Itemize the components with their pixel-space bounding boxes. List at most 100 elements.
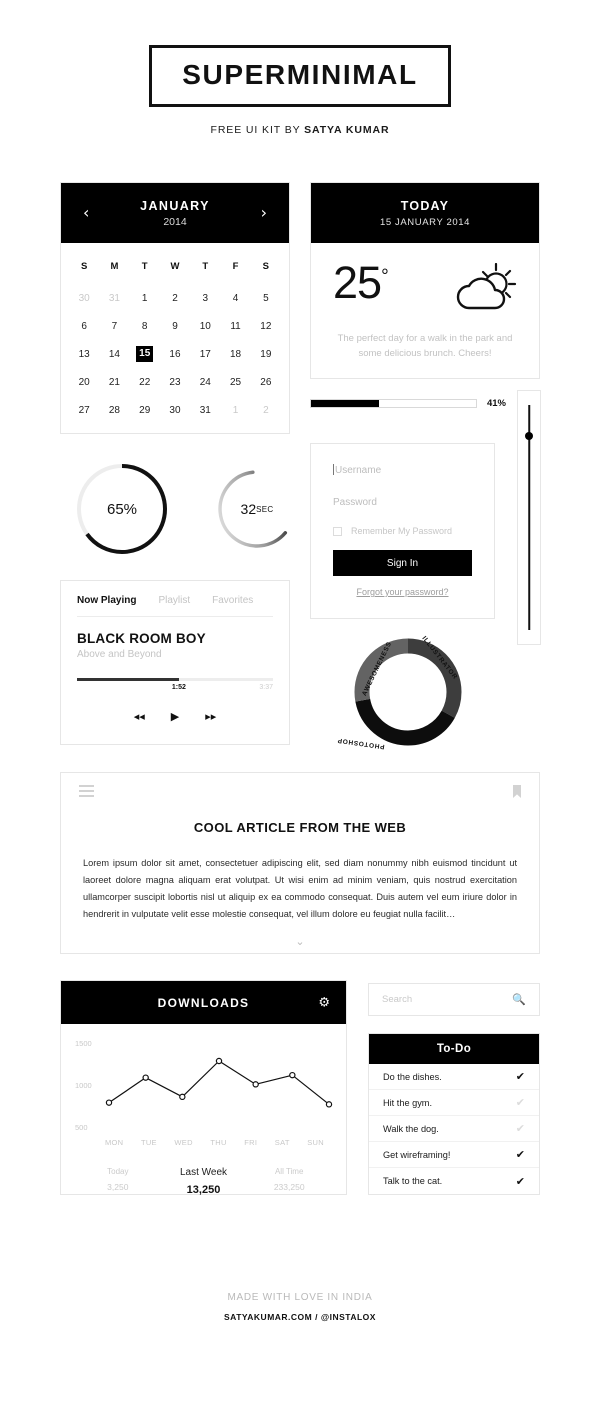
calendar-dow: F (232, 261, 239, 272)
stat-label: Last Week (179, 1167, 228, 1178)
masthead: SUPERMINIMAL FREE UI KIT BY SATYA KUMAR (0, 0, 600, 136)
player-controls: ◂◂ ▶ ▸▸ (61, 710, 289, 723)
calendar-day[interactable]: 18 (220, 343, 250, 366)
username-input[interactable]: Username (333, 444, 472, 484)
downloads-stats: Today 3,250 Last Week 13,250 All Time 233,250 (61, 1167, 346, 1196)
calendar-day[interactable]: 16 (160, 343, 190, 366)
calendar-day[interactable]: 6 (69, 315, 99, 338)
calendar-day[interactable]: 23 (160, 371, 190, 394)
next-icon[interactable]: ▸▸ (205, 710, 216, 723)
bookmark-icon[interactable] (513, 785, 521, 798)
chevron-down-icon[interactable]: ⌄ (61, 935, 539, 948)
check-icon[interactable]: ✔ (516, 1070, 525, 1083)
calendar-day[interactable]: 2 (251, 399, 281, 422)
calendar-day[interactable]: 5 (251, 287, 281, 310)
player-tab[interactable]: Favorites (212, 595, 253, 616)
forgot-password-link[interactable]: Forgot your password? (311, 587, 494, 597)
calendar-day[interactable]: 7 (99, 315, 129, 338)
hamburger-icon[interactable] (79, 785, 94, 800)
calendar-day[interactable]: 27 (69, 399, 99, 422)
chart-plot (105, 1057, 333, 1108)
calendar-day[interactable]: 22 (130, 371, 160, 394)
calendar-day[interactable]: 12 (251, 315, 281, 338)
calendar-day[interactable]: 1 (220, 399, 250, 422)
chart-data-point (252, 1081, 259, 1088)
check-icon[interactable]: ✔ (516, 1175, 525, 1188)
slider-thumb[interactable] (525, 432, 533, 441)
check-icon[interactable]: ✔ (516, 1096, 525, 1109)
todo-item[interactable]: Talk to the cat. ✔ (369, 1168, 539, 1194)
player-tab[interactable]: Now Playing (77, 595, 136, 616)
gear-icon[interactable]: ⚙ (318, 995, 330, 1010)
todo-header: To-Do (369, 1034, 539, 1064)
calendar-day[interactable]: 2 (160, 287, 190, 310)
play-icon[interactable]: ▶ (171, 710, 179, 723)
ring-suffix-b: SEC (256, 504, 274, 514)
calendar-day[interactable]: 26 (251, 371, 281, 394)
weather-date: 15 JANUARY 2014 (380, 216, 470, 228)
vertical-slider[interactable] (517, 390, 541, 645)
calendar-header: ‹ JANUARY 2014 › (61, 183, 289, 243)
sign-in-button[interactable]: Sign In (333, 550, 472, 576)
chevron-right-icon[interactable]: › (261, 205, 267, 221)
todo-item-label: Talk to the cat. (383, 1176, 443, 1186)
calendar-day[interactable]: 25 (220, 371, 250, 394)
calendar-day[interactable]: 31 (99, 287, 129, 310)
calendar-day-selected[interactable]: 15 (136, 346, 154, 362)
player-tab[interactable]: Playlist (158, 595, 190, 616)
checkbox-box[interactable] (333, 526, 342, 536)
calendar-day[interactable]: 8 (130, 315, 160, 338)
password-input[interactable]: Password (333, 484, 472, 516)
calendar-day[interactable]: 10 (190, 315, 220, 338)
calendar-day[interactable]: 1 (130, 287, 160, 310)
ring-value-b: 32 (240, 501, 257, 517)
calendar-day[interactable]: 19 (251, 343, 281, 366)
check-icon[interactable]: ✔ (516, 1122, 525, 1135)
calendar-day[interactable]: 14 (99, 343, 129, 366)
remember-password-checkbox[interactable]: Remember My Password (333, 526, 472, 536)
search-input[interactable]: Search (382, 994, 512, 1005)
progress-bar-label: 41% (486, 398, 506, 409)
calendar-day[interactable]: 20 (69, 371, 99, 394)
progress-bar-widget[interactable]: 41% (310, 398, 506, 409)
calendar-day[interactable]: 11 (220, 315, 250, 338)
weather-widget: TODAY 15 JANUARY 2014 25° The perfect da… (310, 182, 540, 379)
calendar-day[interactable]: 30 (69, 287, 99, 310)
calendar-day[interactable]: 13 (69, 343, 99, 366)
calendar-day[interactable]: 29 (130, 399, 160, 422)
weather-body: 25° (311, 243, 539, 318)
todo-item[interactable]: Hit the gym. ✔ (369, 1090, 539, 1116)
calendar-dow: S (262, 261, 270, 272)
calendar-day[interactable]: 31 (190, 399, 220, 422)
calendar-year: 2014 (163, 215, 187, 228)
weather-description: The perfect day for a walk in the park a… (337, 333, 513, 359)
check-icon[interactable]: ✔ (516, 1148, 525, 1161)
todo-item[interactable]: Walk the dog. ✔ (369, 1116, 539, 1142)
chevron-left-icon[interactable]: ‹ (83, 205, 89, 221)
seek-bar[interactable] (77, 678, 273, 681)
calendar-dow: S (80, 261, 88, 272)
player-tabs: Now Playing Playlist Favorites (61, 581, 289, 616)
calendar-day[interactable]: 17 (190, 343, 220, 366)
tagline-prefix: FREE UI KIT BY (210, 124, 305, 136)
calendar-day[interactable]: 21 (99, 371, 129, 394)
search-box[interactable]: Search 🔍 (368, 983, 540, 1016)
todo-item[interactable]: Do the dishes. ✔ (369, 1064, 539, 1090)
progress-bar-track[interactable] (310, 399, 477, 408)
article-title: COOL ARTICLE FROM THE WEB (193, 820, 407, 835)
calendar-dow: M (110, 261, 119, 272)
todo-item[interactable]: Get wireframing! ✔ (369, 1142, 539, 1168)
calendar-day[interactable]: 28 (99, 399, 129, 422)
calendar-day[interactable]: 3 (190, 287, 220, 310)
search-icon[interactable]: 🔍 (512, 993, 526, 1006)
weather-title: TODAY (400, 198, 450, 213)
calendar-day[interactable]: 9 (160, 315, 190, 338)
calendar-day[interactable]: 30 (160, 399, 190, 422)
downloads-line-chart: 1500 1000 500 (61, 1032, 346, 1140)
todo-title: To-Do (436, 1043, 472, 1055)
calendar-day[interactable]: 24 (190, 371, 220, 394)
sun-behind-cloud-icon (455, 262, 517, 318)
calendar-day[interactable]: 4 (220, 287, 250, 310)
previous-icon[interactable]: ◂◂ (134, 710, 145, 723)
chart-line-segment (291, 1074, 330, 1105)
